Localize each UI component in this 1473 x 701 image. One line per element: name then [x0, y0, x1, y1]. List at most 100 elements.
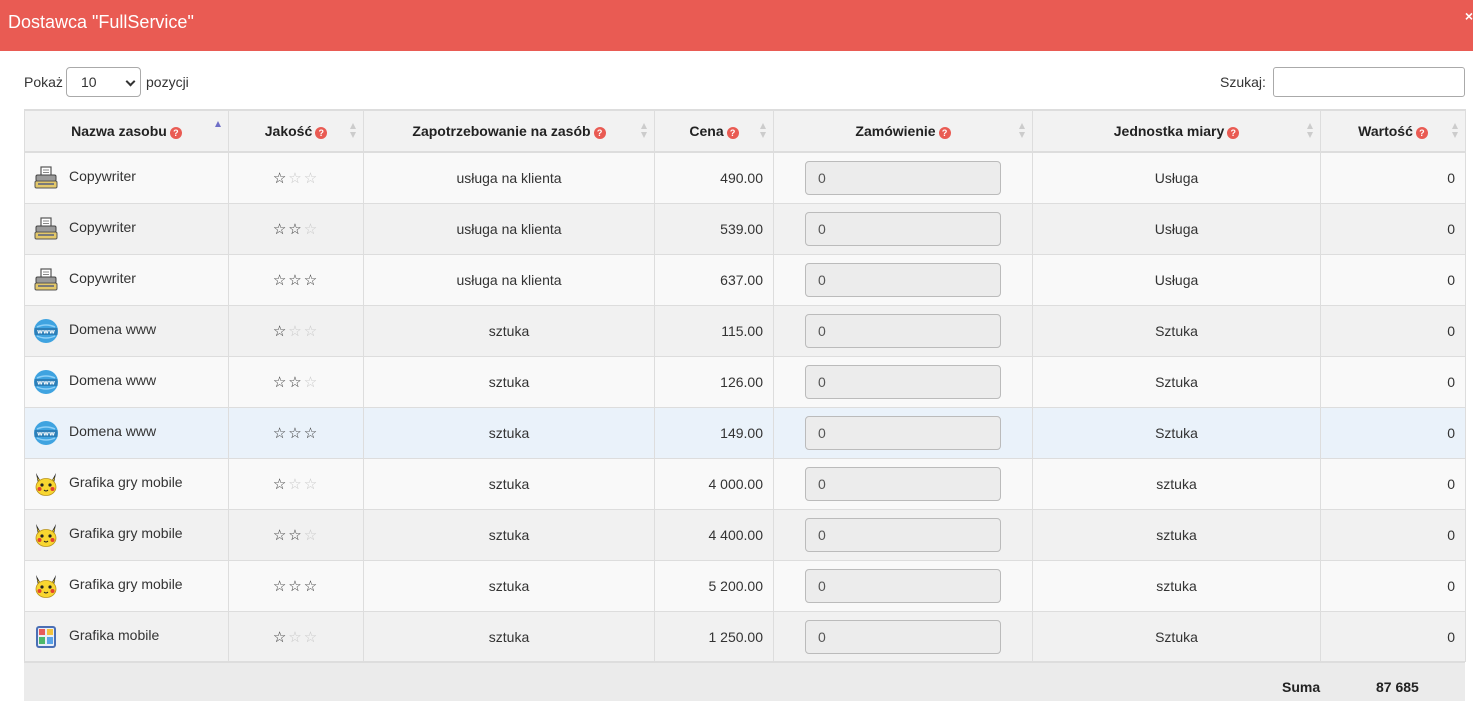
- cell-price: 149.00: [654, 406, 774, 458]
- order-quantity-input[interactable]: 0: [805, 466, 1001, 501]
- cell-demand: sztuka: [363, 508, 655, 560]
- order-quantity-input[interactable]: 0: [805, 568, 1001, 603]
- sort-icon: [1019, 123, 1026, 139]
- rating-stars: ☆☆☆: [273, 527, 319, 544]
- cell-name: www Domena www: [24, 355, 229, 407]
- table-row[interactable]: Copywriter ☆☆☆ usługa na klienta 539.00 0 Usł…: [24, 202, 1466, 254]
- star-icon: ☆: [272, 475, 289, 493]
- sort-icon: [1307, 123, 1314, 139]
- star-icon: ☆: [272, 373, 289, 391]
- rating-stars: ☆☆☆: [273, 323, 319, 340]
- cell-quality: ☆☆☆: [228, 151, 364, 203]
- table-row[interactable]: Grafika gry mobile ☆☆☆ sztuka 5 200.00 0 sztu…: [24, 559, 1466, 611]
- cell-unit: sztuka: [1032, 508, 1321, 560]
- table-row[interactable]: Copywriter ☆☆☆ usługa na klienta 490.00 0 Usł…: [24, 151, 1466, 203]
- star-icon: ☆: [288, 271, 304, 289]
- cell-order: 0: [773, 151, 1033, 203]
- column-header-quality[interactable]: Jakość?: [228, 109, 364, 153]
- table-row[interactable]: Grafika gry mobile ☆☆☆ sztuka 4 400.00 0 sztu…: [24, 508, 1466, 560]
- table-row[interactable]: Grafika mobile ☆☆☆ sztuka 1 250.00 0 Sztuka 0: [24, 610, 1466, 662]
- cell-demand: usługa na klienta: [363, 253, 655, 305]
- chevron-down-icon: [125, 76, 136, 87]
- search-input[interactable]: [1273, 67, 1465, 97]
- cell-quality: ☆☆☆: [228, 355, 364, 407]
- order-quantity-input[interactable]: 0: [805, 211, 1001, 246]
- help-icon[interactable]: ?: [169, 127, 182, 139]
- order-quantity-input[interactable]: 0: [805, 415, 1001, 450]
- pikachu-icon: [33, 471, 59, 497]
- resources-table: Nazwa zasobu? Jakość? Zapotrzebowanie na…: [24, 109, 1466, 662]
- cell-quality: ☆☆☆: [228, 253, 364, 305]
- cell-order: 0: [773, 457, 1033, 509]
- order-quantity-input[interactable]: 0: [805, 262, 1001, 297]
- cell-demand: sztuka: [363, 457, 655, 509]
- search-label: Szukaj:: [1220, 74, 1266, 90]
- table-row[interactable]: www Domena www ☆☆☆ sztuka 149.00 0 Sztuka 0: [24, 406, 1466, 458]
- column-header-order[interactable]: Zamówienie?: [773, 109, 1033, 153]
- order-quantity-input[interactable]: 0: [805, 619, 1001, 654]
- typewriter-icon: [33, 216, 59, 242]
- rating-stars: ☆☆☆: [273, 425, 319, 442]
- star-icon: ☆: [288, 424, 304, 442]
- table-row[interactable]: www Domena www ☆☆☆ sztuka 115.00 0 Sztuka 0: [24, 304, 1466, 356]
- rating-stars: ☆☆☆: [273, 578, 319, 595]
- help-icon[interactable]: ?: [1227, 127, 1240, 139]
- star-icon: ☆: [272, 271, 289, 289]
- mobile-app-icon: [33, 624, 59, 650]
- resource-name: Grafika gry mobile: [69, 473, 183, 490]
- resource-name: Grafika gry mobile: [69, 575, 183, 592]
- rating-stars: ☆☆☆: [273, 170, 319, 187]
- dialog-titlebar: Dostawca "FullService" ×: [0, 0, 1473, 51]
- rating-stars: ☆☆☆: [273, 476, 319, 493]
- column-header-unit[interactable]: Jednostka miary?: [1032, 109, 1321, 153]
- star-icon: ☆: [272, 169, 289, 187]
- star-icon: ☆: [303, 577, 320, 595]
- star-icon: ☆: [303, 169, 320, 187]
- cell-value: 0: [1320, 355, 1466, 407]
- cell-name: Copywriter: [24, 253, 229, 305]
- show-label: Pokaż: [24, 74, 63, 90]
- svg-text:www: www: [37, 327, 55, 335]
- cell-unit: Sztuka: [1032, 304, 1321, 356]
- star-icon: ☆: [303, 424, 320, 442]
- cell-name: www Domena www: [24, 406, 229, 458]
- cell-price: 539.00: [654, 202, 774, 254]
- column-header-name[interactable]: Nazwa zasobu?: [24, 109, 229, 153]
- order-quantity-input[interactable]: 0: [805, 160, 1001, 195]
- star-icon: ☆: [272, 322, 289, 340]
- close-icon[interactable]: ×: [1465, 8, 1473, 24]
- cell-price: 4 000.00: [654, 457, 774, 509]
- resource-name: Copywriter: [69, 269, 136, 286]
- help-icon[interactable]: ?: [726, 127, 739, 139]
- cell-order: 0: [773, 406, 1033, 458]
- cell-unit: Sztuka: [1032, 406, 1321, 458]
- help-icon[interactable]: ?: [938, 127, 951, 139]
- cell-name: Grafika gry mobile: [24, 559, 229, 611]
- resource-name: Copywriter: [69, 218, 136, 235]
- star-icon: ☆: [272, 424, 289, 442]
- cell-unit: Usługa: [1032, 253, 1321, 305]
- cell-value: 0: [1320, 559, 1466, 611]
- column-header-value[interactable]: Wartość?: [1320, 109, 1466, 153]
- cell-price: 1 250.00: [654, 610, 774, 662]
- star-icon: ☆: [303, 475, 320, 493]
- order-quantity-input[interactable]: 0: [805, 517, 1001, 552]
- sort-icon: [760, 123, 767, 139]
- order-quantity-input[interactable]: 0: [805, 313, 1001, 348]
- cell-price: 126.00: [654, 355, 774, 407]
- table-row[interactable]: Grafika gry mobile ☆☆☆ sztuka 4 000.00 0 sztu…: [24, 457, 1466, 509]
- help-icon[interactable]: ?: [593, 127, 606, 139]
- star-icon: ☆: [288, 373, 304, 391]
- help-icon[interactable]: ?: [1415, 127, 1428, 139]
- cell-quality: ☆☆☆: [228, 304, 364, 356]
- table-row[interactable]: Copywriter ☆☆☆ usługa na klienta 637.00 0 Usł…: [24, 253, 1466, 305]
- table-row[interactable]: www Domena www ☆☆☆ sztuka 126.00 0 Sztuka 0: [24, 355, 1466, 407]
- star-icon: ☆: [303, 628, 320, 646]
- order-quantity-input[interactable]: 0: [805, 364, 1001, 399]
- help-icon[interactable]: ?: [315, 127, 328, 139]
- page-length-select[interactable]: 10: [66, 67, 141, 97]
- cell-demand: sztuka: [363, 355, 655, 407]
- cell-unit: Sztuka: [1032, 355, 1321, 407]
- column-header-demand[interactable]: Zapotrzebowanie na zasób?: [363, 109, 655, 153]
- column-header-price[interactable]: Cena?: [654, 109, 774, 153]
